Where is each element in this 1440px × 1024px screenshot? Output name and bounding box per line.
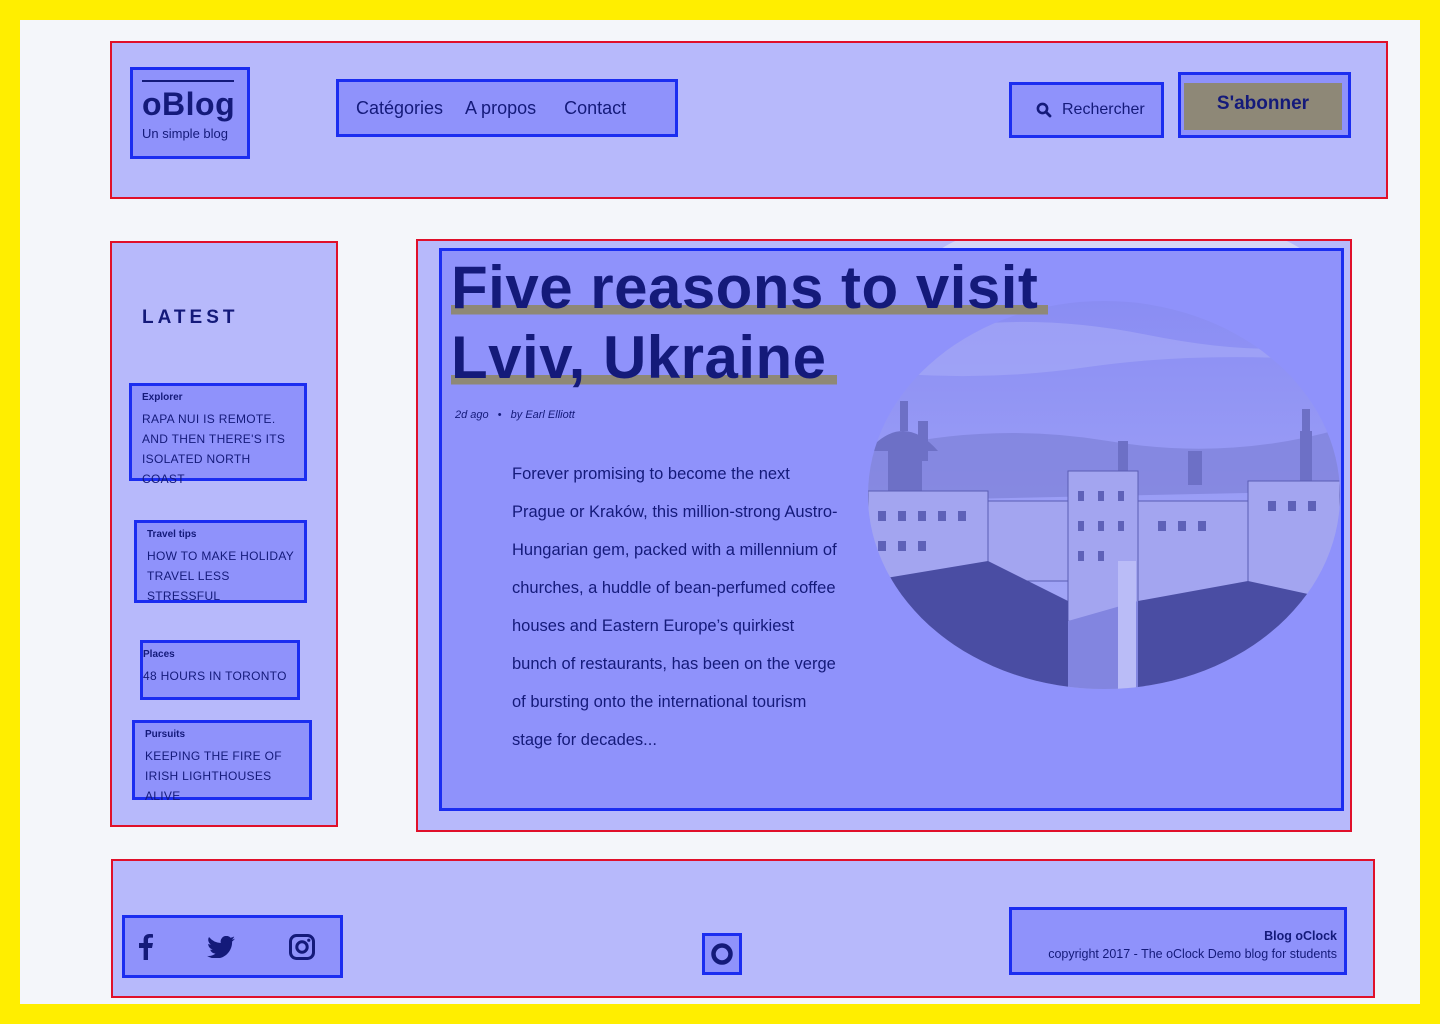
logo-title: oBlog	[142, 86, 236, 122]
article-title[interactable]: Five reasons to visit Lviv, Ukraine	[451, 253, 1049, 393]
logo-rule	[142, 80, 234, 82]
latest-item-category: Explorer	[142, 392, 183, 403]
article-meta: 2d ago • by Earl Elliott	[455, 409, 575, 421]
site-header: oBlog Un simple blog Catégories A propos…	[110, 41, 1388, 199]
latest-item-category: Travel tips	[147, 529, 197, 540]
page: oBlog Un simple blog Catégories A propos…	[20, 20, 1420, 1004]
latest-item-category: Pursuits	[145, 729, 186, 740]
nav-about-link[interactable]: A propos	[465, 98, 536, 119]
subscribe-box: S'abonner	[1178, 72, 1351, 138]
facebook-icon[interactable]	[139, 933, 153, 960]
featured-article[interactable]: Five reasons to visit Lviv, Ukraine 2d a…	[439, 248, 1344, 811]
latest-item-title: Keeping the fire of Irish lighthouses al…	[145, 749, 282, 803]
oclock-logo-icon	[711, 943, 733, 965]
article-author[interactable]: by Earl Elliott	[511, 409, 575, 421]
latest-item[interactable]: Pursuits Keeping the fire of Irish light…	[132, 720, 312, 803]
logo-subtitle: Un simple blog	[142, 126, 228, 141]
twitter-icon[interactable]	[207, 935, 235, 958]
site-footer: Blog oClock copyright 2017 - The oClock …	[111, 859, 1375, 998]
latest-item-title: How to make holiday travel less stressfu…	[147, 549, 294, 603]
footer-brand: Blog oClock	[1264, 929, 1337, 943]
nav-contact-link[interactable]: Contact	[564, 98, 626, 119]
article-title-line-2: Lviv, Ukraine	[451, 324, 837, 391]
footer-logo[interactable]	[702, 933, 742, 975]
sidebar-title: LATEST	[142, 307, 239, 328]
subscribe-button[interactable]: S'abonner	[1184, 83, 1342, 130]
search-icon	[1036, 102, 1052, 118]
footer-info: Blog oClock copyright 2017 - The oClock …	[1009, 907, 1347, 975]
main-nav: Catégories A propos Contact	[336, 79, 678, 137]
nav-categories-link[interactable]: Catégories	[356, 98, 443, 119]
article-title-line-1: Five reasons to visit	[451, 254, 1049, 321]
site-logo[interactable]: oBlog Un simple blog	[130, 67, 250, 159]
latest-item-title: Rapa Nui is remote. And then there's its…	[142, 412, 286, 486]
article-excerpt: Forever promising to become the next Pra…	[512, 465, 838, 749]
featured-article-zone: Five reasons to visit Lviv, Ukraine 2d a…	[416, 239, 1352, 832]
instagram-icon[interactable]	[289, 933, 315, 960]
latest-item[interactable]: Places 48 hours in Toronto	[140, 640, 300, 700]
article-date: 2d ago	[455, 409, 489, 421]
latest-sidebar: LATEST Explorer Rapa Nui is remote. And …	[110, 241, 338, 827]
social-links	[122, 915, 343, 978]
latest-item[interactable]: Explorer Rapa Nui is remote. And then th…	[129, 383, 307, 486]
search-label: Rechercher	[1062, 101, 1145, 118]
latest-item-title: 48 hours in Toronto	[143, 669, 287, 683]
latest-item[interactable]: Travel tips How to make holiday travel l…	[134, 520, 307, 603]
footer-copyright: copyright 2017 - The oClock Demo blog fo…	[1048, 947, 1337, 961]
meta-separator: •	[497, 409, 502, 421]
latest-item-category: Places	[143, 649, 175, 660]
search-button[interactable]: Rechercher	[1009, 82, 1164, 138]
